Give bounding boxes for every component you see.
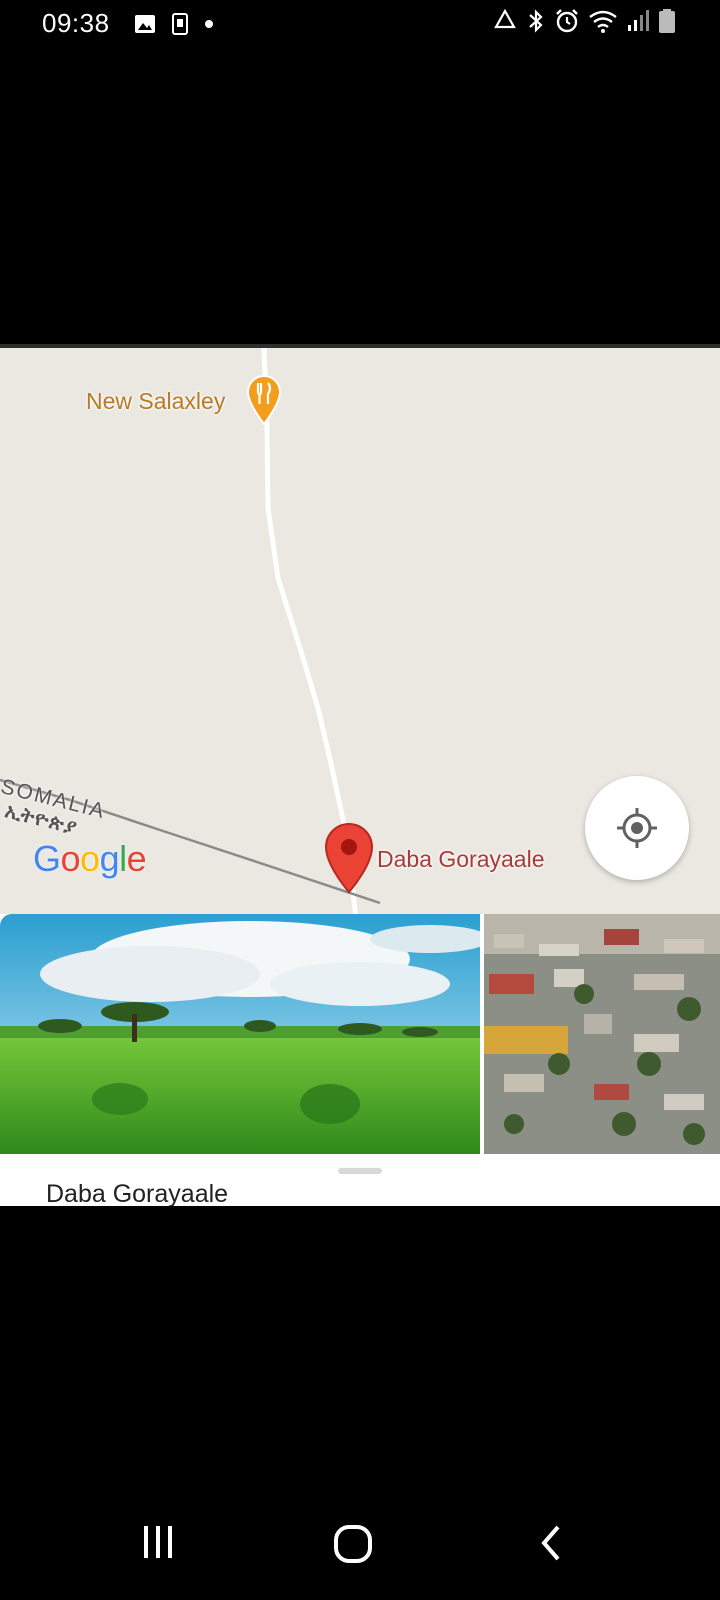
recycle-icon [494, 8, 516, 29]
alarm-icon [556, 9, 578, 33]
google-logo-letter: o [60, 838, 81, 879]
town-aerial-photo[interactable] [484, 914, 720, 1154]
home-button[interactable] [333, 1524, 373, 1564]
sheet-drag-handle[interactable] [338, 1168, 382, 1174]
recent-apps-button[interactable] [140, 1524, 176, 1560]
google-logo-letter: o [80, 838, 100, 879]
place-sheet[interactable]: Daba Gorayaale [0, 1154, 720, 1206]
status-time: 09:38 [42, 8, 110, 38]
sim-icon [172, 13, 188, 35]
place-label[interactable]: Daba Gorayaale [377, 846, 545, 873]
dot-icon [205, 20, 213, 28]
my-location-icon [617, 808, 657, 848]
back-button[interactable] [538, 1524, 564, 1562]
google-logo-letter: g [99, 838, 120, 879]
savanna-photo[interactable] [0, 914, 480, 1154]
bluetooth-icon [529, 9, 543, 33]
poi-label[interactable]: New Salaxley [86, 388, 225, 415]
battery-icon [659, 9, 675, 33]
red-pin-icon[interactable] [323, 822, 375, 894]
photo-strip[interactable] [0, 914, 720, 1154]
nav-bar [0, 1510, 720, 1600]
place-title: Daba Gorayaale [46, 1180, 229, 1206]
google-logo: Google [33, 838, 147, 880]
status-bar: 09:38 [0, 0, 720, 48]
my-location-button[interactable] [585, 776, 689, 880]
google-logo-letter: e [126, 838, 147, 879]
restaurant-pin-icon[interactable] [246, 374, 282, 426]
signal-icon [628, 10, 649, 31]
status-left-icons [134, 12, 214, 36]
wifi-icon [589, 10, 617, 33]
google-logo-letter: G [33, 838, 61, 879]
image-icon [135, 15, 155, 33]
status-right-icons [492, 8, 676, 34]
google-logo-letter: l [119, 838, 127, 879]
